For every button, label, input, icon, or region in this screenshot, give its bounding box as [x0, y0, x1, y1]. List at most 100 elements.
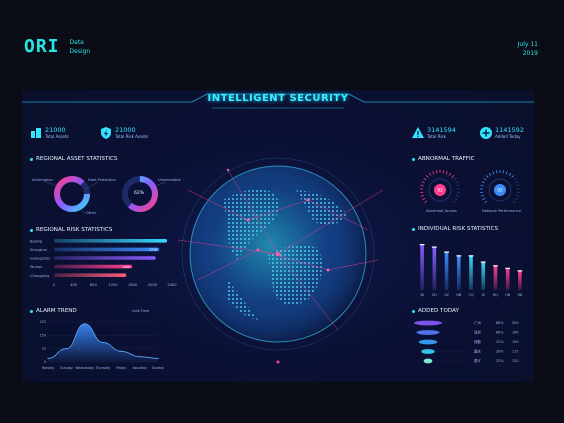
individual-risk-label: HN — [505, 293, 511, 297]
warning-icon — [412, 126, 424, 138]
individual-risk-label: SH — [432, 293, 437, 297]
gauge-tick — [483, 177, 487, 181]
bullet-icon — [30, 157, 33, 161]
donut-label: Data Protection — [88, 178, 116, 182]
stat-value: 1141592 — [495, 126, 524, 134]
risk-category-label: Wuhan — [30, 265, 42, 269]
funnel-layer — [423, 358, 433, 364]
gauge-tick — [454, 197, 458, 201]
individual-risk-cap — [493, 265, 498, 267]
alarm-point — [157, 357, 159, 360]
bullet-icon — [30, 228, 33, 232]
gauge-tick — [424, 200, 428, 204]
plus-circle-icon — [480, 126, 492, 139]
buildings-icon — [31, 127, 41, 138]
gauge-tick — [502, 170, 505, 174]
risk-tick-label: 1600 — [128, 283, 138, 287]
alarm-x-tick: Friday — [116, 366, 126, 370]
section-abnormal-traffic: ABNORMAL TRAFFIC — [412, 156, 475, 162]
individual-risk-bar — [420, 245, 424, 290]
gauge-tick — [514, 197, 518, 201]
added-today-amount: 205 — [512, 321, 518, 325]
risk-bar — [54, 273, 127, 277]
individual-risk-chart: BJ SH SZ HB CQ JS HLJ HN HB — [419, 244, 523, 297]
gauge-tick — [481, 181, 485, 184]
gauge-tick — [480, 184, 484, 187]
section-regional-asset: REGIONAL ASSET STATISTICS — [30, 156, 117, 162]
alarm-x-tick: Thursday — [95, 366, 111, 370]
gauge-tick — [428, 172, 432, 176]
gauge-tick — [451, 175, 455, 178]
gauge-tick — [445, 171, 448, 175]
individual-risk-label: SZ — [444, 293, 449, 297]
alarm-point — [84, 323, 86, 325]
donut-center-value: 62% — [134, 191, 145, 196]
gauge-tick — [442, 170, 445, 174]
gauge-tick — [485, 175, 489, 178]
globe — [177, 157, 384, 364]
individual-risk-bar — [505, 268, 510, 290]
gauge-tick — [423, 177, 427, 181]
alarm-point — [139, 356, 141, 358]
donut-left-ring — [54, 176, 90, 212]
individual-risk-bar — [481, 262, 486, 290]
dashboard-panel: INTELLIGENT SECURITY 21000 Total Assets … — [22, 90, 534, 382]
bullet-icon — [412, 227, 415, 231]
gauge-tick — [513, 177, 517, 181]
alarm-y-tick: 75 — [42, 347, 46, 351]
added-today-funnel: 广州 88% 205 深圳 86% 160 成都 22% 150 重庆 28% 115 遵义 22% 120 — [414, 320, 518, 364]
page-title: INTELLIGENT SECURITY — [207, 93, 349, 104]
alarm-point — [65, 348, 67, 350]
risk-category-label: Guangzhou — [30, 257, 50, 261]
individual-risk-cap — [480, 261, 486, 263]
section-title: INDIVIDUAL RISK STATISTICS — [418, 226, 498, 232]
alarm-trend-chart: 0 75 150 225 Monday Tuesday Wednesday Thursday F… — [40, 320, 164, 370]
funnel-layer — [418, 339, 438, 345]
risk-value-label: 1988 — [122, 265, 130, 269]
gauge-label: Network Performance — [482, 209, 521, 213]
bullet-icon — [412, 157, 415, 161]
donut-label: Information — [32, 178, 53, 182]
section-title: REGIONAL ASSET STATISTICS — [36, 156, 118, 162]
bullet-icon — [412, 309, 415, 313]
alarm-point — [102, 341, 104, 344]
section-title: REGIONAL RISK STATISTICS — [36, 227, 113, 233]
risk-tick-label: 0 — [53, 283, 56, 287]
stat-value: 21000 — [45, 126, 66, 134]
gauge-tick — [432, 171, 435, 175]
individual-risk-bar — [469, 256, 473, 290]
bullet-icon — [30, 309, 33, 313]
individual-risk-label: HLJ — [493, 293, 498, 297]
individual-risk-bar — [456, 256, 461, 290]
added-today-name: 遵义 — [474, 358, 481, 363]
gauge-tick — [508, 172, 512, 176]
alarm-y-tick: 225 — [40, 320, 46, 324]
individual-risk-label: HB — [456, 293, 462, 297]
individual-risk-bar — [432, 247, 437, 290]
gauge-value: 92 — [437, 188, 443, 194]
alarm-x-tick: Tuesday — [59, 366, 73, 370]
risk-value-label: 2218 — [149, 248, 157, 252]
gauge-value: 92 — [497, 188, 503, 194]
risk-bar — [54, 264, 133, 269]
added-today-value: 28% — [496, 350, 504, 354]
alarm-point — [120, 350, 122, 352]
stat-total-assets: 21000 Total Assets — [30, 126, 69, 139]
gauge-tick — [421, 181, 425, 184]
added-today-name: 广州 — [474, 320, 481, 325]
alarm-x-tick: Sunday — [152, 366, 164, 370]
added-today-value: 88% — [496, 321, 504, 325]
added-today-amount: 160 — [512, 331, 518, 335]
individual-risk-cap — [517, 270, 523, 272]
funnel-layer — [414, 320, 442, 326]
risk-tick-label: 400 — [70, 283, 78, 287]
stat-added-today: 1141592 Added Today — [480, 126, 524, 139]
gauge-tick — [422, 197, 426, 201]
risk-category-label: Beijing — [30, 239, 42, 243]
stat-label: Total Assets — [45, 134, 69, 139]
gauge-tick — [512, 200, 516, 204]
stat-total-risk-assets: 21000 Total Risk Assets — [100, 126, 148, 139]
added-today-name: 深圳 — [474, 330, 481, 335]
section-individual-risk: INDIVIDUAL RISK STATISTICS — [412, 226, 498, 232]
risk-bar — [54, 239, 168, 243]
